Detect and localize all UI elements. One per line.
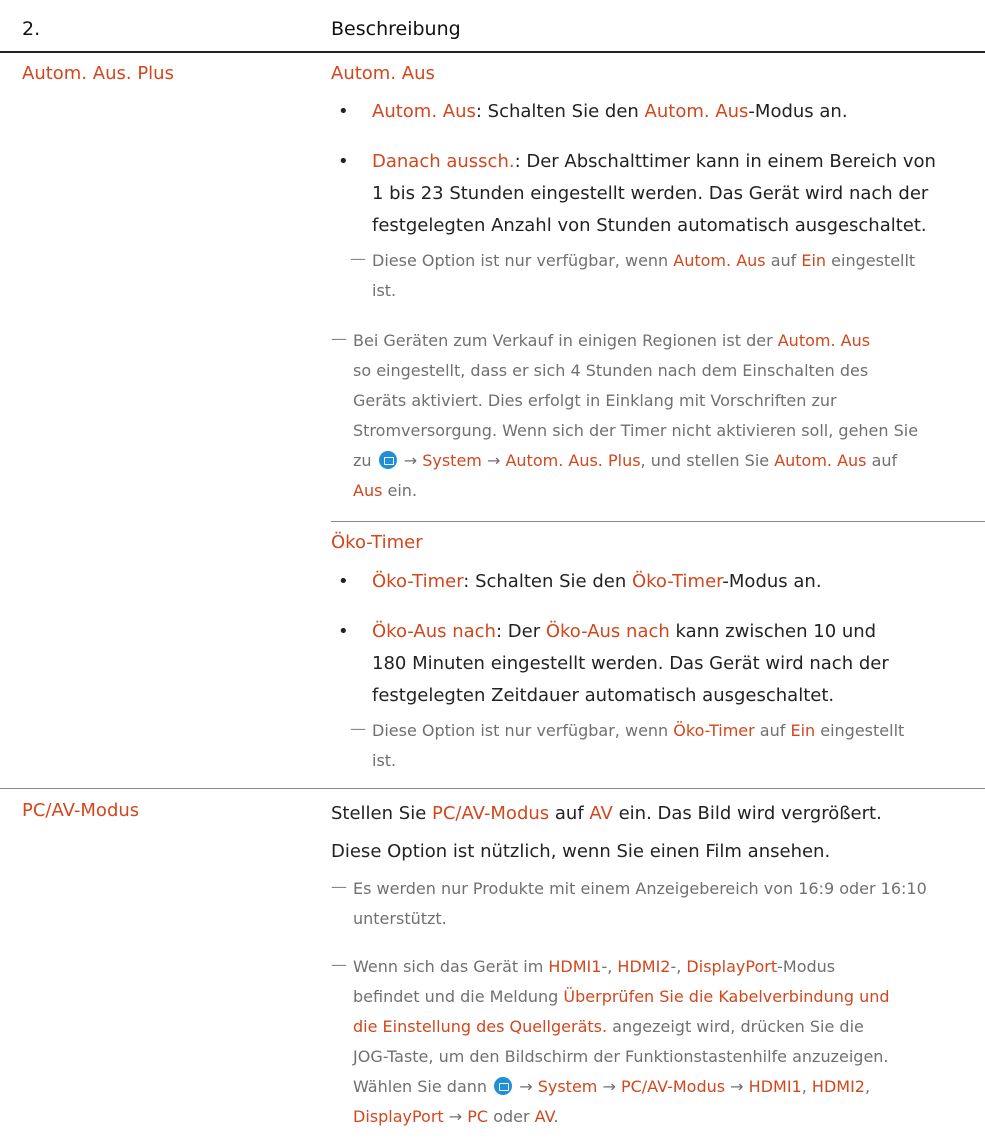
bullet-eco-off-after: Öko-Aus nach: Der Öko-Aus nach kann zwis… [372, 621, 889, 706]
note-dash-icon: — [331, 877, 347, 896]
pc-av-description: Stellen Sie PC/AV-Modus auf AV ein. Das … [331, 803, 882, 824]
bullet-auto-off: Autom. Aus: Schalten Sie den Autom. Aus-… [372, 101, 848, 122]
column-header-description: Beschreibung [331, 18, 461, 40]
bullet-icon: • [338, 621, 349, 642]
section-title-eco-timer: Öko-Timer [331, 532, 423, 553]
note-auto-off-regions: — Bei Geräten zum Verkauf in einigen Reg… [331, 326, 983, 506]
header-divider [0, 51, 985, 53]
note-dash-icon: — [350, 719, 366, 738]
note-eco-availability: — Diese Option ist nur verfügbar, wenn Ö… [350, 716, 982, 776]
bullet-icon: • [338, 571, 349, 592]
note-dash-icon: — [331, 329, 347, 348]
note-aspect-ratio: — Es werden nur Produkte mit einem Anzei… [331, 874, 983, 934]
row-label-auto-off-plus: Autom. Aus. Plus [22, 63, 174, 84]
sub-divider [331, 521, 985, 522]
bullet-off-after: Danach aussch.: Der Abschalttimer kann i… [372, 151, 936, 236]
note-dash-icon: — [350, 249, 366, 268]
bullet-icon: • [338, 101, 349, 122]
bullet-icon: • [338, 151, 349, 172]
row-divider [0, 788, 985, 789]
column-header-number: 2. [22, 18, 41, 40]
row-label-pc-av-mode: PC/AV-Modus [22, 800, 140, 821]
section-title-auto-off: Autom. Aus [331, 63, 435, 84]
pc-av-usefulness: Diese Option ist nützlich, wenn Sie eine… [331, 841, 831, 862]
note-dash-icon: — [331, 955, 347, 974]
note-cable-check: — Wenn sich das Gerät im HDMI1-, HDMI2-,… [331, 952, 983, 1132]
menu-icon [494, 1077, 513, 1095]
note-auto-off-availability: — Diese Option ist nur verfügbar, wenn A… [350, 246, 982, 306]
bullet-eco-timer: Öko-Timer: Schalten Sie den Öko-Timer-Mo… [372, 571, 822, 592]
menu-icon [378, 451, 397, 469]
